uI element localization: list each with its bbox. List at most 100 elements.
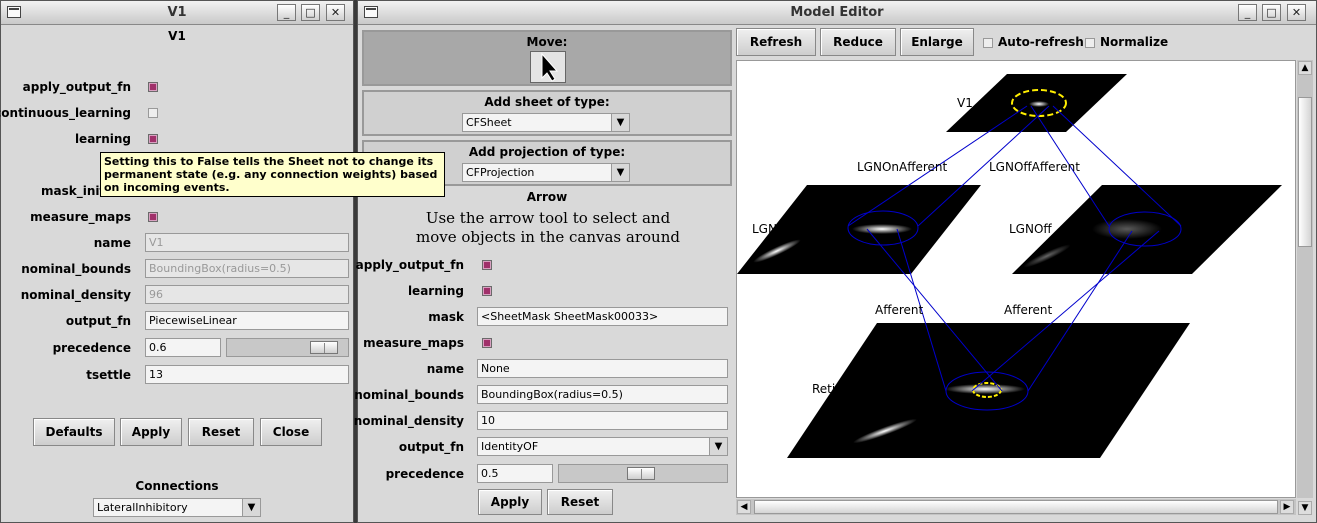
maximize-icon[interactable]: □ xyxy=(301,4,320,21)
param-label: name xyxy=(426,362,464,376)
lgnoff-sheet-label: LGNOff xyxy=(1009,222,1052,236)
scroll-right-icon[interactable]: ▶ xyxy=(1280,500,1294,514)
output-fn-dropdown[interactable]: IdentityOF ▼ xyxy=(477,437,728,456)
reset-button[interactable]: Reset xyxy=(188,418,254,446)
learning-tooltip: Setting this to False tells the Sheet no… xyxy=(100,152,445,197)
measure-maps-checkbox[interactable] xyxy=(482,338,492,348)
param-label: measure_maps xyxy=(30,210,131,224)
chevron-down-icon[interactable]: ▼ xyxy=(242,499,260,516)
chevron-down-icon[interactable]: ▼ xyxy=(611,164,629,181)
apply-button[interactable]: Apply xyxy=(478,489,542,515)
close-button[interactable]: Close xyxy=(260,418,322,446)
nominal-bounds-field[interactable]: BoundingBox(radius=0.5) xyxy=(145,259,349,278)
minimize-icon[interactable]: _ xyxy=(277,4,296,21)
retina-sheet-label: Retina xyxy=(812,382,850,396)
learning-checkbox[interactable] xyxy=(482,286,492,296)
param-label: continuous_learning xyxy=(0,106,131,120)
lgnon-sheet[interactable]: LGNOn xyxy=(737,185,981,274)
slider-thumb[interactable] xyxy=(627,467,655,480)
param-label: apply_output_fn xyxy=(22,80,131,94)
model-editor-title: Model Editor xyxy=(790,5,884,20)
learning-checkbox[interactable] xyxy=(148,134,158,144)
lgnoff-afferent-label: LGNOffAfferent xyxy=(989,160,1080,174)
param-label: nominal_bounds xyxy=(21,262,131,276)
param-label: tsettle xyxy=(86,368,131,382)
add-sheet-label: Add sheet of type: xyxy=(484,95,610,109)
param-label: output_fn xyxy=(398,440,464,454)
tsettle-field[interactable]: 13 xyxy=(145,365,349,384)
horizontal-scroll-thumb[interactable] xyxy=(754,500,1278,514)
param-label: precedence xyxy=(385,467,464,481)
arrow-cursor-icon[interactable] xyxy=(530,51,566,83)
connections-label: Connections xyxy=(135,479,219,493)
v1-sheet-label: V1 xyxy=(957,96,973,110)
model-editor-window: Model Editor _ □ ✕ Move: Add sheet of ty… xyxy=(353,0,1317,523)
mask-field[interactable]: <SheetMask SheetMask00033> xyxy=(477,307,728,326)
move-tool-panel[interactable]: Move: xyxy=(362,30,732,86)
param-label: nominal_density xyxy=(20,288,131,302)
slider-thumb[interactable] xyxy=(310,341,338,354)
scroll-left-icon[interactable]: ◀ xyxy=(737,500,751,514)
measure-maps-checkbox[interactable] xyxy=(148,212,158,222)
scroll-up-icon[interactable]: ▲ xyxy=(1298,61,1312,75)
connections-value: LateralInhibitory xyxy=(97,501,188,514)
projection-type-dropdown[interactable]: CFProjection ▼ xyxy=(462,163,630,182)
continuous-learning-checkbox[interactable] xyxy=(148,108,158,118)
v1-sheet[interactable]: V1 xyxy=(946,74,1127,132)
network-diagram[interactable]: V1 LGNOn LGNOff Retina LGNOnAfferent LGN… xyxy=(737,61,1296,498)
precedence-slider[interactable] xyxy=(558,464,728,483)
nominal-density-field[interactable]: 10 xyxy=(477,411,728,430)
lgnoff-sheet[interactable]: LGNOff xyxy=(1009,185,1282,274)
normalize-label: Normalize xyxy=(1100,35,1169,49)
scroll-down-icon[interactable]: ▼ xyxy=(1298,501,1312,515)
v1-titlebar[interactable]: V1 _ □ ✕ xyxy=(1,1,353,25)
chevron-down-icon[interactable]: ▼ xyxy=(709,438,727,455)
close-icon[interactable]: ✕ xyxy=(326,4,345,21)
precedence-slider[interactable] xyxy=(226,338,349,357)
afferent-left-label: Afferent xyxy=(875,303,924,317)
nominal-density-field[interactable]: 96 xyxy=(145,285,349,304)
lgnon-afferent-label: LGNOnAfferent xyxy=(857,160,948,174)
v1-heading: V1 xyxy=(168,29,186,43)
model-canvas[interactable]: V1 LGNOn LGNOff Retina LGNOnAfferent LGN… xyxy=(736,60,1296,498)
apply-output-fn-checkbox[interactable] xyxy=(148,82,158,92)
param-label: apply_output_fn xyxy=(355,258,464,272)
precedence-field[interactable]: 0.6 xyxy=(145,338,221,357)
v1-parameters-window: V1 _ □ ✕ V1 apply_output_fn continuous_l… xyxy=(0,0,354,523)
nominal-bounds-field[interactable]: BoundingBox(radius=0.5) xyxy=(477,385,728,404)
add-sheet-panel: Add sheet of type: CFSheet ▼ xyxy=(362,90,732,136)
normalize-checkbox[interactable] xyxy=(1085,38,1095,48)
retina-sheet[interactable]: Retina xyxy=(787,323,1190,458)
name-field[interactable]: None xyxy=(477,359,728,378)
reset-button[interactable]: Reset xyxy=(547,489,613,515)
reduce-button[interactable]: Reduce xyxy=(820,28,896,56)
name-field[interactable]: V1 xyxy=(145,233,349,252)
param-label: nominal_density xyxy=(353,414,464,428)
apply-button[interactable]: Apply xyxy=(120,418,182,446)
auto-refresh-checkbox[interactable] xyxy=(983,38,993,48)
apply-output-fn-checkbox[interactable] xyxy=(482,260,492,270)
horizontal-scrollbar[interactable]: ◀ ▶ xyxy=(736,499,1296,515)
param-label: name xyxy=(93,236,131,250)
chevron-down-icon[interactable]: ▼ xyxy=(611,114,629,131)
vertical-scrollbar[interactable]: ▲ ▼ xyxy=(1297,60,1313,515)
sheet-type-dropdown[interactable]: CFSheet ▼ xyxy=(462,113,630,132)
param-label: output_fn xyxy=(65,314,131,328)
model-editor-titlebar[interactable]: Model Editor _ □ ✕ xyxy=(358,1,1316,25)
defaults-button[interactable]: Defaults xyxy=(33,418,115,446)
param-label: measure_maps xyxy=(363,336,464,350)
vertical-scroll-thumb[interactable] xyxy=(1298,97,1312,247)
output-fn-value: IdentityOF xyxy=(481,440,539,453)
close-icon[interactable]: ✕ xyxy=(1287,4,1306,21)
connections-dropdown[interactable]: LateralInhibitory ▼ xyxy=(93,498,261,517)
enlarge-button[interactable]: Enlarge xyxy=(900,28,974,56)
refresh-button[interactable]: Refresh xyxy=(736,28,816,56)
precedence-field[interactable]: 0.5 xyxy=(477,464,553,483)
output-fn-field[interactable]: PiecewiseLinear xyxy=(145,311,349,330)
param-label: mask xyxy=(428,310,464,324)
move-label: Move: xyxy=(526,35,568,49)
lgnon-sheet-label: LGNOn xyxy=(752,222,794,236)
minimize-icon[interactable]: _ xyxy=(1238,4,1257,21)
maximize-icon[interactable]: □ xyxy=(1262,4,1281,21)
sheet-type-value: CFSheet xyxy=(466,116,512,129)
